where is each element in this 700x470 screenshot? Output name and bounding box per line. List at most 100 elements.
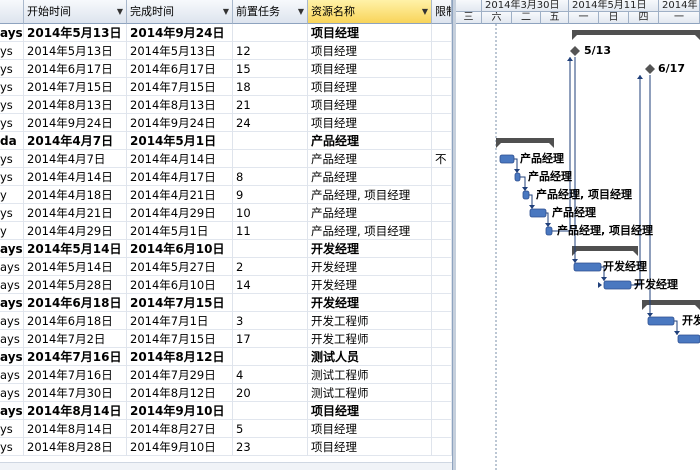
col-header-start[interactable]: 开始时间 ▼ bbox=[24, 0, 127, 24]
predecessors-cell[interactable]: 8 bbox=[233, 168, 308, 186]
start-cell[interactable]: 2014年4月29日 bbox=[24, 222, 127, 240]
summary-task-row[interactable]: da 2014年4月7日 2014年5月1日 产品经理 bbox=[0, 132, 452, 150]
resource-cell[interactable]: 产品经理, 项目经理 bbox=[308, 222, 432, 240]
finish-cell[interactable]: 2014年6月17日 bbox=[127, 60, 233, 78]
start-cell[interactable]: 2014年7月30日 bbox=[24, 384, 127, 402]
constraint-cell[interactable] bbox=[432, 24, 452, 42]
finish-cell[interactable]: 2014年5月1日 bbox=[127, 222, 233, 240]
predecessors-cell[interactable]: 24 bbox=[233, 114, 308, 132]
duration-cell[interactable]: ys bbox=[0, 204, 24, 222]
finish-cell[interactable]: 2014年9月10日 bbox=[127, 438, 233, 456]
constraint-cell[interactable] bbox=[432, 348, 452, 366]
task-row[interactable]: ys 2014年4月21日 2014年4月29日 10 产品经理 bbox=[0, 204, 452, 222]
task-bar[interactable] bbox=[573, 262, 602, 272]
duration-cell[interactable]: ays bbox=[0, 348, 24, 366]
predecessors-cell[interactable]: 23 bbox=[233, 438, 308, 456]
finish-cell[interactable]: 2014年5月1日 bbox=[127, 132, 233, 150]
chevron-down-icon[interactable]: ▼ bbox=[117, 0, 123, 23]
predecessors-cell[interactable]: 21 bbox=[233, 96, 308, 114]
task-bar[interactable] bbox=[522, 190, 530, 200]
finish-cell[interactable]: 2014年6月10日 bbox=[127, 240, 233, 258]
task-bar[interactable] bbox=[647, 316, 675, 326]
constraint-cell[interactable] bbox=[432, 114, 452, 132]
duration-cell[interactable]: da bbox=[0, 132, 24, 150]
constraint-cell[interactable] bbox=[432, 78, 452, 96]
task-bar[interactable] bbox=[499, 154, 515, 164]
finish-cell[interactable]: 2014年4月21日 bbox=[127, 186, 233, 204]
milestone-diamond[interactable] bbox=[645, 64, 655, 74]
resource-cell[interactable]: 项目经理 bbox=[308, 78, 432, 96]
task-row[interactable]: ays 2014年5月14日 2014年5月27日 2 开发经理 bbox=[0, 258, 452, 276]
constraint-cell[interactable] bbox=[432, 402, 452, 420]
chevron-down-icon[interactable]: ▼ bbox=[422, 0, 428, 23]
duration-cell[interactable]: ys bbox=[0, 438, 24, 456]
start-cell[interactable]: 2014年6月18日 bbox=[24, 312, 127, 330]
finish-cell[interactable]: 2014年4月17日 bbox=[127, 168, 233, 186]
summary-task-row[interactable]: ays 2014年7月16日 2014年8月12日 测试人员 bbox=[0, 348, 452, 366]
col-header-predecessors[interactable]: 前置任务 ▼ bbox=[233, 0, 308, 24]
constraint-cell[interactable] bbox=[432, 204, 452, 222]
constraint-cell[interactable] bbox=[432, 384, 452, 402]
resource-cell[interactable]: 开发经理 bbox=[308, 294, 432, 312]
duration-cell[interactable]: y bbox=[0, 222, 24, 240]
predecessors-cell[interactable]: 3 bbox=[233, 312, 308, 330]
finish-cell[interactable]: 2014年4月14日 bbox=[127, 150, 233, 168]
start-cell[interactable]: 2014年7月15日 bbox=[24, 78, 127, 96]
start-cell[interactable]: 2014年6月17日 bbox=[24, 60, 127, 78]
predecessors-cell[interactable]: 2 bbox=[233, 258, 308, 276]
task-bar[interactable] bbox=[545, 226, 553, 236]
predecessors-cell[interactable] bbox=[233, 402, 308, 420]
predecessors-cell[interactable]: 11 bbox=[233, 222, 308, 240]
duration-cell[interactable]: ays bbox=[0, 330, 24, 348]
constraint-cell[interactable] bbox=[432, 276, 452, 294]
col-header-resource[interactable]: 资源名称 ▼ bbox=[308, 0, 432, 24]
finish-cell[interactable]: 2014年8月27日 bbox=[127, 420, 233, 438]
constraint-cell[interactable] bbox=[432, 366, 452, 384]
predecessors-cell[interactable] bbox=[233, 294, 308, 312]
task-row[interactable]: ys 2014年8月28日 2014年9月10日 23 项目经理 bbox=[0, 438, 452, 456]
finish-cell[interactable]: 2014年6月10日 bbox=[127, 276, 233, 294]
summary-bar-cap[interactable] bbox=[695, 35, 700, 40]
predecessors-cell[interactable]: 10 bbox=[233, 204, 308, 222]
start-cell[interactable]: 2014年8月14日 bbox=[24, 420, 127, 438]
task-row[interactable]: ays 2014年7月30日 2014年8月12日 20 测试工程师 bbox=[0, 384, 452, 402]
predecessors-cell[interactable] bbox=[233, 24, 308, 42]
finish-cell[interactable]: 2014年7月1日 bbox=[127, 312, 233, 330]
finish-cell[interactable]: 2014年9月24日 bbox=[127, 114, 233, 132]
start-cell[interactable]: 2014年8月28日 bbox=[24, 438, 127, 456]
finish-cell[interactable]: 2014年9月24日 bbox=[127, 24, 233, 42]
constraint-cell[interactable] bbox=[432, 168, 452, 186]
task-row[interactable]: y 2014年4月18日 2014年4月21日 9 产品经理, 项目经理 bbox=[0, 186, 452, 204]
resource-cell[interactable]: 开发经理 bbox=[308, 240, 432, 258]
resource-cell[interactable]: 项目经理 bbox=[308, 96, 432, 114]
task-bar[interactable] bbox=[529, 208, 547, 218]
resource-cell[interactable]: 项目经理 bbox=[308, 42, 432, 60]
constraint-cell[interactable] bbox=[432, 312, 452, 330]
task-bar[interactable] bbox=[514, 172, 521, 182]
predecessors-cell[interactable]: 14 bbox=[233, 276, 308, 294]
constraint-cell[interactable] bbox=[432, 258, 452, 276]
resource-cell[interactable]: 项目经理 bbox=[308, 60, 432, 78]
summary-bar[interactable] bbox=[642, 300, 700, 305]
start-cell[interactable]: 2014年8月13日 bbox=[24, 96, 127, 114]
constraint-cell[interactable] bbox=[432, 420, 452, 438]
start-cell[interactable]: 2014年5月14日 bbox=[24, 258, 127, 276]
task-row[interactable]: ys 2014年4月7日 2014年4月14日 产品经理不 bbox=[0, 150, 452, 168]
constraint-cell[interactable] bbox=[432, 60, 452, 78]
resource-cell[interactable]: 开发工程师 bbox=[308, 312, 432, 330]
duration-cell[interactable]: ys bbox=[0, 78, 24, 96]
task-row[interactable]: ys 2014年8月13日 2014年8月13日 21 项目经理 bbox=[0, 96, 452, 114]
task-row[interactable]: ys 2014年5月13日 2014年5月13日 12 项目经理 bbox=[0, 42, 452, 60]
finish-cell[interactable]: 2014年7月15日 bbox=[127, 78, 233, 96]
constraint-cell[interactable] bbox=[432, 186, 452, 204]
duration-cell[interactable]: y bbox=[0, 186, 24, 204]
summary-bar[interactable] bbox=[496, 138, 554, 143]
duration-cell[interactable]: ays bbox=[0, 258, 24, 276]
milestone-diamond[interactable] bbox=[570, 46, 580, 56]
start-cell[interactable]: 2014年4月7日 bbox=[24, 150, 127, 168]
task-row[interactable]: ays 2014年5月28日 2014年6月10日 14 开发经理 bbox=[0, 276, 452, 294]
start-cell[interactable]: 2014年4月14日 bbox=[24, 168, 127, 186]
duration-cell[interactable]: ays bbox=[0, 294, 24, 312]
summary-task-row[interactable]: ays 2014年5月13日 2014年9月24日 项目经理 bbox=[0, 24, 452, 42]
start-cell[interactable]: 2014年7月16日 bbox=[24, 366, 127, 384]
